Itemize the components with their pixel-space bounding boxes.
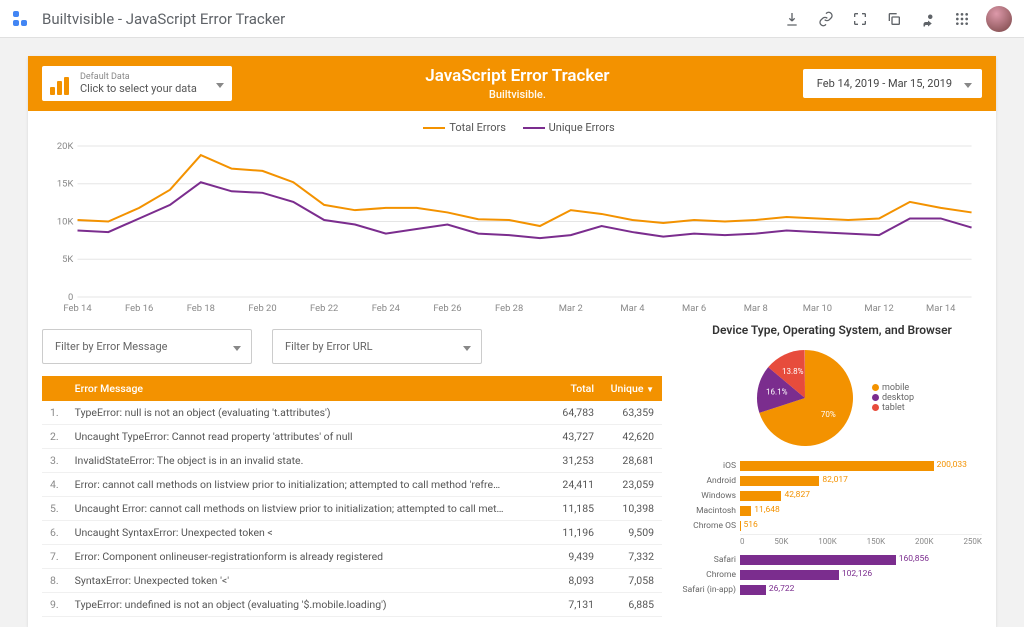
bar-row: Safari 160,856 xyxy=(682,553,982,567)
dashboard-board: Default Data Click to select your data J… xyxy=(28,56,996,627)
filter-error-message[interactable]: Filter by Error Message xyxy=(42,329,252,364)
svg-text:13.8%: 13.8% xyxy=(782,367,804,376)
device-pie-chart: 70% 16.1% 13.8% mobiledesktoptablet xyxy=(682,343,982,453)
date-range-selector[interactable]: Feb 14, 2019 - Mar 15, 2019 xyxy=(803,69,982,98)
copy-icon[interactable] xyxy=(882,7,906,31)
browser-bar-chart: Safari 160,856 Chrome 102,126 Safari (in… xyxy=(682,553,982,597)
svg-text:Feb 24: Feb 24 xyxy=(372,303,400,314)
col-unique[interactable]: Unique ▼ xyxy=(602,376,662,401)
bar-row: Macintosh 11,648 xyxy=(682,504,982,518)
data-source-value: Click to select your data xyxy=(80,82,197,95)
svg-text:70%: 70% xyxy=(821,410,836,419)
svg-text:Mar 6: Mar 6 xyxy=(682,303,706,314)
table-row[interactable]: 4. Error: cannot call methods on listvie… xyxy=(42,473,662,497)
table-row[interactable]: 3. InvalidStateError: The object is in a… xyxy=(42,449,662,473)
table-row[interactable]: 6. Uncaught SyntaxError: Unexpected toke… xyxy=(42,521,662,545)
svg-text:Mar 14: Mar 14 xyxy=(926,303,955,314)
table-row[interactable]: 2. Uncaught TypeError: Cannot read prope… xyxy=(42,425,662,449)
hero-bar: Default Data Click to select your data J… xyxy=(28,56,996,111)
svg-text:15K: 15K xyxy=(57,179,74,190)
svg-text:Mar 8: Mar 8 xyxy=(744,303,768,314)
table-row[interactable]: 9. TypeError: undefined is not an object… xyxy=(42,593,662,617)
svg-text:Mar 10: Mar 10 xyxy=(803,303,832,314)
os-bar-chart: iOS 200,033 Android 82,017 Windows 42,82… xyxy=(682,459,982,533)
download-icon[interactable] xyxy=(780,7,804,31)
bar-row: Safari (in-app) 26,722 xyxy=(682,583,982,597)
link-icon[interactable] xyxy=(814,7,838,31)
svg-text:Mar 4: Mar 4 xyxy=(620,303,644,314)
col-total[interactable]: Total xyxy=(542,376,602,401)
svg-text:10K: 10K xyxy=(57,217,74,228)
chevron-down-icon xyxy=(964,78,972,91)
bar-row: Windows 42,827 xyxy=(682,489,982,503)
fullscreen-icon[interactable] xyxy=(848,7,872,31)
svg-text:Feb 16: Feb 16 xyxy=(125,303,153,314)
breakdown-title: Device Type, Operating System, and Brows… xyxy=(682,323,982,337)
svg-text:Feb 22: Feb 22 xyxy=(310,303,338,314)
app-logo: Builtvisible - JavaScript Error Tracker xyxy=(12,10,285,28)
svg-text:Feb 14: Feb 14 xyxy=(63,303,91,314)
date-range-value: Feb 14, 2019 - Mar 15, 2019 xyxy=(817,77,952,90)
app-title: Builtvisible - JavaScript Error Tracker xyxy=(42,10,285,28)
svg-text:5K: 5K xyxy=(62,254,73,265)
bar-row: Chrome OS 516 xyxy=(682,519,982,533)
table-row[interactable]: 8. SyntaxError: Unexpected token '<' 8,0… xyxy=(42,569,662,593)
legend-unique: Unique Errors xyxy=(549,121,615,134)
filter-error-url[interactable]: Filter by Error URL xyxy=(272,329,482,364)
brand-text: Builtvisible. xyxy=(232,88,803,101)
svg-text:Feb 20: Feb 20 xyxy=(248,303,276,314)
col-error-message[interactable]: Error Message xyxy=(67,376,542,401)
filter-error-url-label: Filter by Error URL xyxy=(285,340,373,353)
apps-icon[interactable] xyxy=(950,7,974,31)
error-table: Error Message Total Unique ▼ 1. TypeErro… xyxy=(42,376,662,617)
bar-row: iOS 200,033 xyxy=(682,459,982,473)
share-icon[interactable] xyxy=(916,7,940,31)
svg-text:Feb 18: Feb 18 xyxy=(187,303,215,314)
bar-row: Android 82,017 xyxy=(682,474,982,488)
data-source-selector[interactable]: Default Data Click to select your data xyxy=(42,66,232,101)
chevron-down-icon xyxy=(463,341,471,354)
svg-text:20K: 20K xyxy=(57,141,74,152)
filter-error-message-label: Filter by Error Message xyxy=(55,340,167,353)
svg-text:Mar 2: Mar 2 xyxy=(559,303,583,314)
svg-text:0: 0 xyxy=(68,292,73,303)
table-row[interactable]: 5. Uncaught Error: cannot call methods o… xyxy=(42,497,662,521)
data-source-label: Default Data xyxy=(80,72,197,82)
page-title: JavaScript Error Tracker xyxy=(232,66,803,86)
legend-total: Total Errors xyxy=(449,121,506,134)
appbar: Builtvisible - JavaScript Error Tracker xyxy=(0,0,1024,38)
svg-text:Feb 28: Feb 28 xyxy=(495,303,523,314)
bar-row: Chrome 102,126 xyxy=(682,568,982,582)
datastudio-icon xyxy=(12,10,30,28)
chevron-down-icon xyxy=(233,341,241,354)
timeseries-chart: Total Errors Unique Errors 0 5K 10K 15K 20K F… xyxy=(28,111,996,323)
chevron-down-icon xyxy=(216,77,224,91)
avatar[interactable] xyxy=(986,6,1012,32)
svg-text:Feb 26: Feb 26 xyxy=(433,303,461,314)
chart-legend: Total Errors Unique Errors xyxy=(42,117,982,140)
svg-text:Mar 12: Mar 12 xyxy=(864,303,893,314)
table-row[interactable]: 1. TypeError: null is not an object (eva… xyxy=(42,401,662,425)
svg-text:16.1%: 16.1% xyxy=(766,388,788,397)
analytics-icon xyxy=(50,73,72,95)
pie-legend: mobiledesktoptablet xyxy=(872,383,914,413)
table-row[interactable]: 7. Error: Component onlineuser-registrat… xyxy=(42,545,662,569)
